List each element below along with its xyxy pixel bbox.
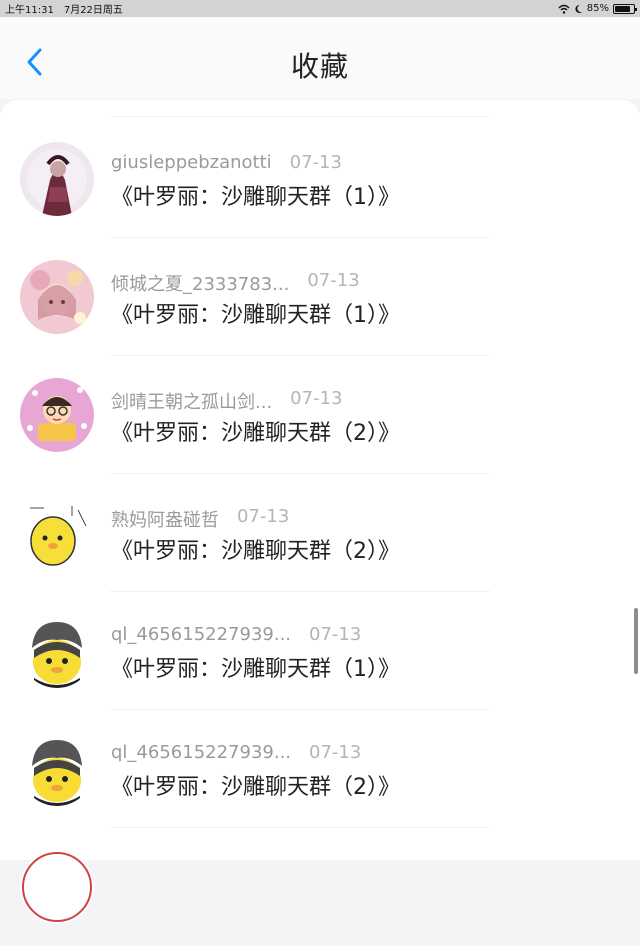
avatar[interactable] [20, 614, 94, 688]
favorites-list: giusleppebzanotti 07-13 《叶罗丽：沙雕聊天群（1）》 倾… [0, 100, 640, 924]
item-message[interactable]: 《叶罗丽：沙雕聊天群（1）》 [111, 651, 400, 683]
item-date: 07-13 [309, 624, 362, 645]
avatar[interactable] [20, 850, 94, 924]
item-message[interactable]: 《叶罗丽：沙雕聊天群（2）》 [111, 415, 400, 447]
item-date: 07-13 [237, 506, 290, 527]
status-date: 7月22日周五 [63, 5, 123, 16]
username[interactable]: giusleppebzanotti [111, 152, 272, 173]
avatar[interactable] [20, 496, 94, 570]
item-meta: giusleppebzanotti 07-13 [111, 152, 342, 173]
list-item[interactable]: giusleppebzanotti 07-13 《叶罗丽：沙雕聊天群（1）》 [0, 120, 640, 238]
list-item[interactable]: ql_465615227939... 07-13 《叶罗丽：沙雕聊天群（1）》 [0, 592, 640, 710]
status-right: 85% [558, 3, 637, 14]
avatar[interactable] [20, 732, 94, 806]
item-message[interactable]: 《叶罗丽：沙雕聊天群（2）》 [111, 769, 400, 801]
moon-icon [575, 4, 582, 13]
list-item[interactable]: ql_465615227939... 07-13 《叶罗丽：沙雕聊天群（2）》 [0, 710, 640, 828]
list-item[interactable]: 倾城之夏_2333783... 07-13 《叶罗丽：沙雕聊天群（1）》 [0, 238, 640, 356]
battery-percent: 85% [586, 3, 609, 14]
item-message[interactable]: 《叶罗丽：沙雕聊天群（1）》 [111, 297, 400, 329]
item-message[interactable]: 《叶罗丽：沙雕聊天群（1）》 [111, 179, 400, 211]
scrollbar[interactable] [634, 608, 638, 674]
item-date: 07-13 [289, 152, 342, 173]
list-item[interactable] [0, 828, 640, 946]
item-meta: ql_465615227939... 07-13 [111, 742, 361, 763]
username[interactable]: ql_465615227939... [111, 742, 291, 763]
item-meta: 倾城之夏_2333783... 07-13 [111, 270, 360, 296]
wifi-icon [558, 4, 570, 14]
item-meta: ql_465615227939... 07-13 [111, 624, 361, 645]
list-item[interactable]: 熟妈阿盎碰哲 07-13 《叶罗丽：沙雕聊天群（2）》 [0, 474, 640, 592]
divider [110, 116, 490, 117]
battery-level-fill [615, 5, 631, 12]
username[interactable]: 熟妈阿盎碰哲 [111, 506, 219, 532]
avatar[interactable] [20, 378, 94, 452]
avatar[interactable] [20, 142, 94, 216]
username[interactable]: 倾城之夏_2333783... [111, 270, 289, 296]
avatar[interactable] [20, 260, 94, 334]
username[interactable]: 剑晴王朝之孤山剑... [111, 388, 272, 414]
battery-icon [613, 3, 637, 14]
status-bar: 上午11:31 7月22日周五 85% [0, 0, 640, 17]
username[interactable]: ql_465615227939... [111, 624, 291, 645]
item-meta: 熟妈阿盎碰哲 07-13 [111, 506, 289, 532]
item-meta: 剑晴王朝之孤山剑... 07-13 [111, 388, 342, 414]
page-title: 收藏 [290, 50, 349, 83]
item-date: 07-13 [307, 270, 360, 291]
list-item[interactable]: 剑晴王朝之孤山剑... 07-13 《叶罗丽：沙雕聊天群（2）》 [0, 356, 640, 474]
item-message[interactable]: 《叶罗丽：沙雕聊天群（2）》 [111, 533, 400, 565]
nav-bar: 收藏 [0, 17, 640, 99]
status-time: 上午11:31 [5, 5, 54, 16]
item-date: 07-13 [309, 742, 362, 763]
item-date: 07-13 [290, 388, 343, 409]
